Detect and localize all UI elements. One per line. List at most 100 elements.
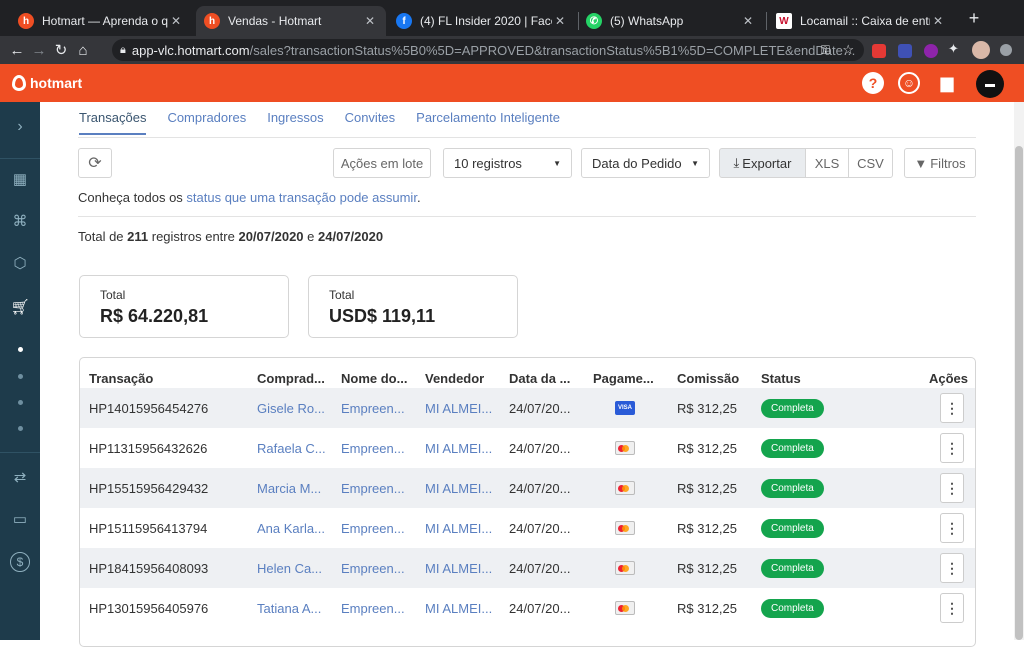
scrollbar-thumb[interactable] (1015, 146, 1023, 640)
cell-seller[interactable]: MI ALMEI... (425, 428, 497, 468)
dollar-icon[interactable]: $ (10, 552, 30, 572)
cell-seller[interactable]: MI ALMEI... (425, 508, 497, 548)
user-avatar[interactable]: ▬ (976, 70, 1004, 98)
product-box-icon[interactable]: ⬡ (0, 254, 40, 272)
cell-commission: R$ 312,25 (677, 440, 737, 456)
cell-product[interactable]: Empreen... (341, 548, 413, 588)
table-row[interactable]: HP14015956454276 Gisele Ro... Empreen... MI… (80, 388, 975, 428)
cell-date: 24/07/20... (509, 440, 571, 456)
status-badge: Completa (761, 518, 824, 538)
extension-icon[interactable] (924, 44, 938, 58)
close-tab-icon[interactable]: ✕ (552, 14, 568, 28)
row-actions-button[interactable]: ⋮ (940, 593, 964, 623)
row-actions-button[interactable]: ⋮ (940, 513, 964, 543)
cell-buyer[interactable]: Ana Karla... (257, 508, 329, 548)
row-actions-button[interactable]: ⋮ (940, 433, 964, 463)
facebook-icon: f (396, 13, 412, 29)
puzzle-icon[interactable]: ✦ (948, 41, 962, 56)
status-help-link[interactable]: status que uma transação pode assumir (186, 190, 417, 205)
cell-buyer[interactable]: Marcia M... (257, 468, 329, 508)
hotmart-logo[interactable]: hotmart (12, 75, 82, 91)
cell-id: HP14015956454276 (89, 400, 209, 416)
network-icon[interactable]: ⌘ (0, 212, 40, 230)
cell-product[interactable]: Empreen... (341, 468, 413, 508)
sync-icon[interactable]: ⇄ (0, 468, 40, 486)
key-icon[interactable]: ⚿ (821, 43, 830, 58)
submenu-dot[interactable] (18, 400, 23, 405)
browser-tab[interactable]: h Hotmart — Aprenda o que quis ✕ (10, 6, 192, 36)
cell-buyer[interactable]: Gisele Ro... (257, 388, 329, 428)
table-row[interactable]: HP18415956408093 Helen Ca... Empreen... MI … (80, 548, 975, 588)
cell-buyer[interactable]: Rafaela C... (257, 428, 329, 468)
cart-icon[interactable]: 🛒︎ (0, 298, 40, 316)
lock-icon: 🔒︎ (120, 43, 126, 56)
cell-product[interactable]: Empreen... (341, 388, 413, 428)
submenu-dot[interactable] (18, 426, 23, 431)
extension-icon[interactable] (898, 44, 912, 58)
scrollbar[interactable] (1014, 102, 1024, 640)
close-tab-icon[interactable]: ✕ (168, 14, 184, 28)
extension-icon[interactable] (872, 44, 886, 58)
tab-parcelamento[interactable]: Parcelamento Inteligente (416, 110, 560, 135)
tab-convites[interactable]: Convites (345, 110, 396, 135)
tab-ingressos[interactable]: Ingressos (267, 110, 323, 135)
cell-seller[interactable]: MI ALMEI... (425, 388, 497, 428)
tab-compradores[interactable]: Compradores (167, 110, 246, 135)
table-row[interactable]: HP11315956432626 Rafaela C... Empreen... MI… (80, 428, 975, 468)
back-icon[interactable]: ← (6, 42, 28, 59)
cell-product[interactable]: Empreen... (341, 508, 413, 548)
submenu-dot-active[interactable] (18, 347, 23, 352)
row-actions-button[interactable]: ⋮ (940, 393, 964, 423)
browser-tab-active[interactable]: h Vendas - Hotmart ✕ (196, 6, 386, 36)
expand-chevron-icon[interactable]: › (0, 118, 40, 136)
menu-icon[interactable] (1000, 44, 1012, 56)
new-tab-button[interactable]: + (962, 8, 986, 29)
table-row[interactable]: HP13015956405976 Tatiana A... Empreen... MI… (80, 588, 975, 628)
reload-icon[interactable]: ↻ (50, 41, 72, 59)
help-icon[interactable]: ? (862, 72, 884, 94)
row-actions-button[interactable]: ⋮ (940, 473, 964, 503)
cell-product[interactable]: Empreen... (341, 588, 413, 628)
refresh-button[interactable]: ⟳ (78, 148, 112, 178)
bookmark-star-icon[interactable]: ☆ (842, 42, 854, 58)
date-field-select[interactable]: Data do Pedido ▼ (581, 148, 710, 178)
records-select[interactable]: 10 registros ▼ (443, 148, 572, 178)
status-badge: Completa (761, 598, 824, 618)
chat-icon[interactable]: ▆ (936, 72, 958, 94)
close-tab-icon[interactable]: ✕ (740, 14, 756, 28)
filters-button[interactable]: ▼ Filtros (904, 148, 976, 178)
cell-seller[interactable]: MI ALMEI... (425, 468, 497, 508)
browser-tab-bar: h Hotmart — Aprenda o que quis ✕ h Venda… (0, 0, 1024, 36)
forward-icon[interactable]: → (28, 42, 50, 59)
address-bar[interactable]: 🔒︎ app-vlc.hotmart.com /sales?transactio… (112, 39, 864, 61)
cell-buyer[interactable]: Tatiana A... (257, 588, 329, 628)
cell-commission: R$ 312,25 (677, 400, 737, 416)
avatar[interactable] (972, 41, 990, 59)
csv-button[interactable]: CSV (848, 148, 893, 178)
cell-seller[interactable]: MI ALMEI... (425, 588, 497, 628)
messages-icon[interactable]: ▭ (0, 510, 40, 528)
community-icon[interactable]: ☺ (898, 72, 920, 94)
cell-status: Completa (761, 388, 824, 428)
browser-tab[interactable]: ✆ (5) WhatsApp ✕ (578, 6, 764, 36)
cell-product[interactable]: Empreen... (341, 428, 413, 468)
bulk-actions-button[interactable]: Ações em lote (333, 148, 431, 178)
xls-button[interactable]: XLS (805, 148, 849, 178)
cell-date: 24/07/20... (509, 480, 571, 496)
table-row[interactable]: HP15115956413794 Ana Karla... Empreen... MI… (80, 508, 975, 548)
home-icon[interactable]: ⌂ (72, 42, 94, 59)
row-actions-button[interactable]: ⋮ (940, 553, 964, 583)
cell-buyer[interactable]: Helen Ca... (257, 548, 329, 588)
submenu-dot[interactable] (18, 374, 23, 379)
table-row[interactable]: HP15515956429432 Marcia M... Empreen... MI … (80, 468, 975, 508)
browser-tab[interactable]: f (4) FL Insider 2020 | Facebook ✕ (388, 6, 576, 36)
tab-transacoes[interactable]: Transações (79, 110, 147, 135)
close-tab-icon[interactable]: ✕ (362, 14, 378, 28)
export-button[interactable]: ⤓ Exportar (719, 148, 806, 178)
total-usd-card: Total USD$ 119,11 (308, 275, 518, 338)
page-tabs: Transações Compradores Ingressos Convite… (79, 110, 581, 135)
browser-tab[interactable]: W Locamail :: Caixa de entrada ✕ (768, 6, 954, 36)
dashboard-grid-icon[interactable]: ▦ (0, 170, 40, 188)
close-tab-icon[interactable]: ✕ (930, 14, 946, 28)
cell-seller[interactable]: MI ALMEI... (425, 548, 497, 588)
